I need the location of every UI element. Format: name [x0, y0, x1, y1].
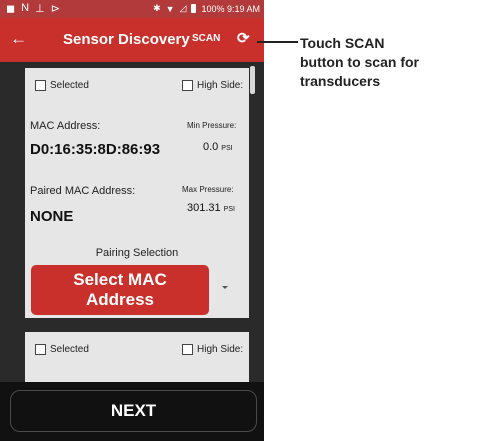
download-icon: ⊥	[35, 3, 45, 15]
max-pressure-number: 301.31	[187, 202, 221, 214]
battery-time-text: 100% 9:19 AM	[201, 3, 260, 14]
pairing-selection-label: Pairing Selection	[95, 247, 179, 259]
paired-mac-label: Paired MAC Address:	[30, 185, 136, 197]
high-side-checkbox[interactable]: High Side:	[182, 80, 243, 91]
callout-line3: transducers	[300, 73, 381, 89]
sensor-list[interactable]: Selected High Side: MAC Address: Min Pre…	[0, 62, 264, 382]
callout-annotation: Touch SCAN button to scan for transducer…	[300, 34, 475, 91]
selected-checkbox[interactable]: Selected	[35, 80, 89, 91]
wifi-icon: ▼	[165, 3, 175, 14]
sensor-card: Selected High Side: MAC Address: Min Pre…	[25, 68, 249, 318]
dropdown-arrow-icon[interactable]	[222, 286, 228, 289]
bluetooth-icon: ✱	[153, 3, 161, 13]
signal-icon: ◿	[179, 3, 187, 13]
paired-mac-value: NONE	[30, 208, 74, 225]
checkbox-box[interactable]	[182, 344, 193, 355]
status-bar-notifications: ◼ N ⊥ ⊳	[6, 2, 60, 15]
callout-pointer-line	[257, 41, 298, 43]
high-side-label: High Side:	[197, 344, 244, 355]
scan-button[interactable]: SCAN	[192, 33, 220, 44]
selected-checkbox[interactable]: Selected	[35, 344, 89, 355]
sensor-card: Selected High Side:	[25, 332, 249, 382]
high-side-label: High Side:	[197, 80, 244, 91]
selected-label: Selected	[50, 80, 89, 91]
max-pressure-value: 301.31 PSI	[187, 202, 235, 214]
next-button[interactable]: NEXT	[10, 390, 257, 432]
mac-address-value: D0:16:35:8D:86:93	[30, 141, 161, 158]
notification-icon: ◼	[6, 3, 16, 15]
min-pressure-value: 0.0 PSI	[203, 141, 233, 153]
mac-address-label: MAC Address:	[30, 120, 101, 132]
status-bar: ◼ N ⊥ ⊳ ✱ ▼ ◿ 100% 9:19 AM	[0, 0, 264, 18]
checkbox-box[interactable]	[182, 80, 193, 91]
max-pressure-label: Max Pressure:	[182, 185, 234, 194]
select-mac-address-button[interactable]: Select MAC Address	[31, 265, 209, 315]
app-bar: ← Sensor Discovery SCAN ⟳	[0, 18, 264, 62]
status-bar-system: ✱ ▼ ◿ 100% 9:19 AM	[153, 3, 260, 14]
high-side-checkbox[interactable]: High Side:	[182, 344, 243, 355]
min-pressure-label: Min Pressure:	[187, 121, 237, 130]
callout-line1: Touch SCAN	[300, 35, 385, 51]
select-mac-line2: Address	[85, 290, 155, 309]
back-arrow-icon[interactable]: ←	[10, 29, 27, 49]
nfc-icon: N	[21, 2, 30, 14]
refresh-icon[interactable]: ⟳	[237, 29, 250, 47]
selected-label: Selected	[50, 344, 89, 355]
checkbox-box[interactable]	[35, 344, 46, 355]
select-mac-line1: Select MAC	[73, 270, 167, 289]
cast-icon: ⊳	[50, 3, 60, 15]
min-pressure-unit: PSI	[221, 145, 233, 152]
scrollbar[interactable]	[250, 66, 255, 94]
battery-icon	[191, 4, 197, 13]
callout-line2: button to scan for	[300, 54, 419, 70]
max-pressure-unit: PSI	[223, 206, 235, 213]
checkbox-box[interactable]	[35, 80, 46, 91]
phone-screen: ◼ N ⊥ ⊳ ✱ ▼ ◿ 100% 9:19 AM ← Sensor Disc…	[0, 0, 264, 441]
page-title: Sensor Discovery	[63, 31, 190, 48]
min-pressure-number: 0.0	[203, 141, 219, 153]
